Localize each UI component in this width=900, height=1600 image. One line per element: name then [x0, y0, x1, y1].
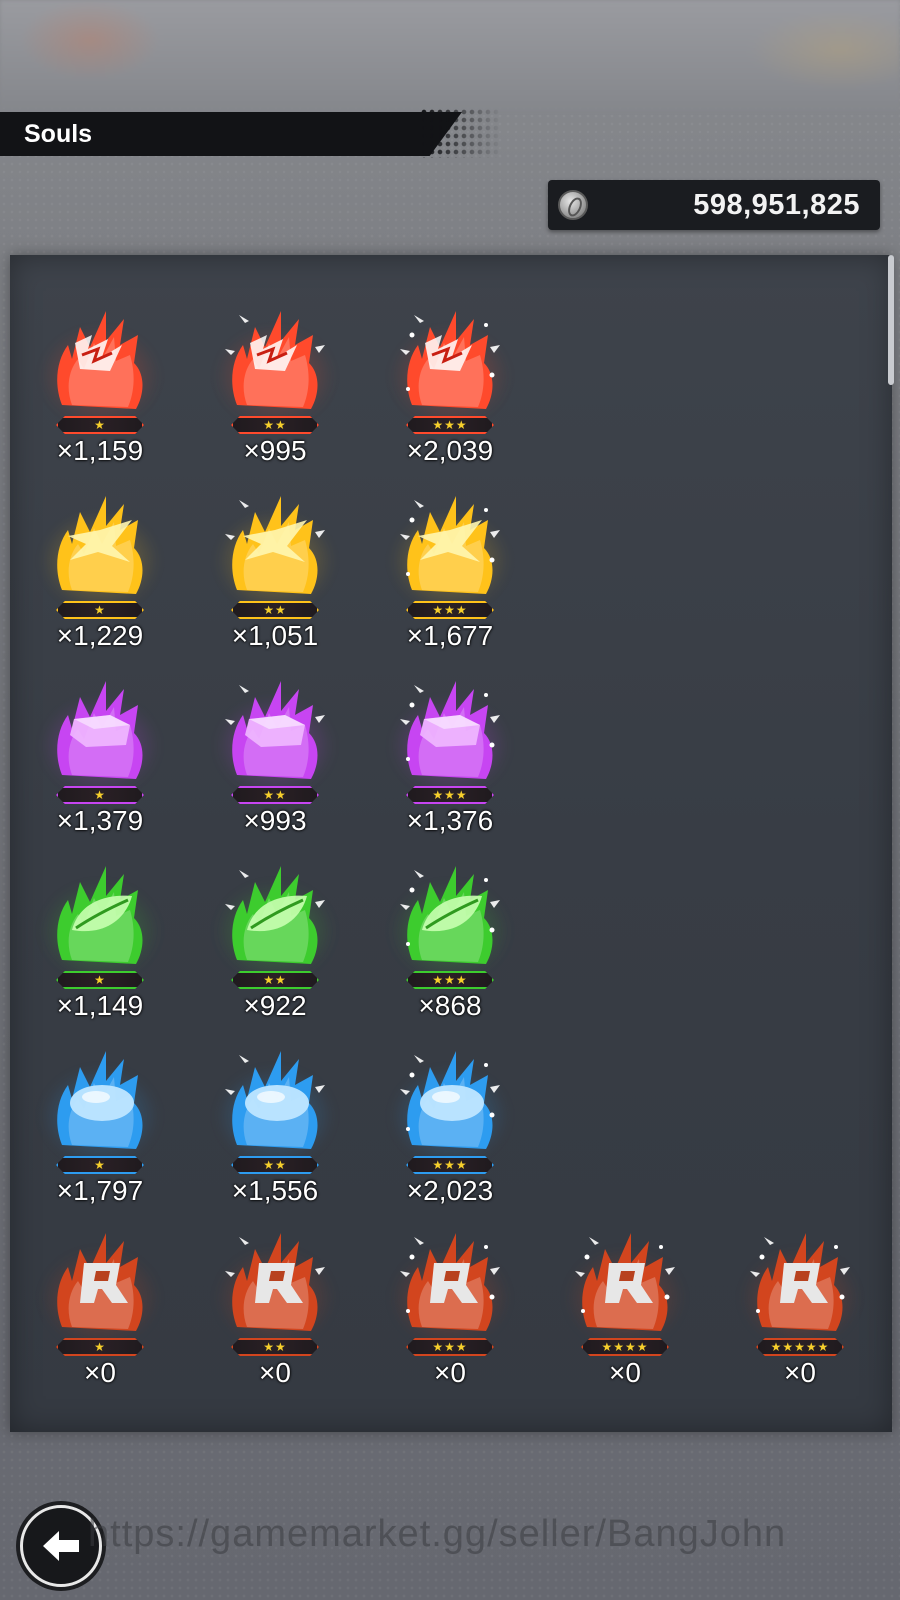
item-count: ×995	[243, 435, 307, 466]
rainbow-r-soul-icon	[225, 1233, 325, 1331]
star-rating: ★★★	[406, 416, 494, 434]
star-rating: ★	[56, 416, 144, 434]
red-lightning-soul-1star[interactable]: ★ ×1,159	[12, 300, 188, 485]
item-count: ×993	[243, 805, 307, 836]
watermark: https://gamemarket.gg/seller/BangJohn	[88, 1513, 787, 1555]
star-rating: ★★	[231, 1156, 319, 1174]
item-count: ×0	[784, 1357, 816, 1388]
rainbow-r-soul-5star[interactable]: ★★★★★ ×0	[712, 1222, 888, 1407]
star-rating: ★★★	[406, 971, 494, 989]
item-count: ×922	[243, 990, 307, 1021]
yellow-star-soul-1star[interactable]: ★ ×1,229	[12, 485, 188, 670]
item-count: ×2,023	[406, 1175, 494, 1206]
star-rating: ★★	[231, 786, 319, 804]
star-rating: ★★★	[406, 601, 494, 619]
star-rating: ★★	[231, 971, 319, 989]
star-rating: ★	[56, 971, 144, 989]
rainbow-r-soul-icon	[575, 1233, 675, 1331]
item-count: ×0	[84, 1357, 116, 1388]
yellow-star-soul-icon	[400, 496, 500, 594]
green-leaf-soul-icon	[225, 866, 325, 964]
purple-crystal-soul-icon	[57, 681, 143, 779]
star-rating: ★	[56, 1156, 144, 1174]
red-lightning-soul-2star[interactable]: ★★ ×995	[187, 300, 363, 485]
blue-drop-soul-icon	[225, 1051, 325, 1149]
yellow-star-soul-icon	[225, 496, 325, 594]
item-count: ×1,797	[56, 1175, 144, 1206]
star-rating: ★★	[231, 601, 319, 619]
item-count: ×1,229	[56, 620, 144, 651]
yellow-star-soul-icon	[57, 496, 143, 594]
purple-crystal-soul-2star[interactable]: ★★ ×993	[187, 670, 363, 855]
rainbow-r-soul-icon	[400, 1233, 500, 1331]
purple-crystal-soul-icon	[400, 681, 500, 779]
purple-crystal-soul-1star[interactable]: ★ ×1,379	[12, 670, 188, 855]
blue-drop-soul-icon	[400, 1051, 500, 1149]
blue-drop-soul-3star[interactable]: ★★★ ×2,023	[362, 1040, 538, 1225]
star-rating: ★★	[231, 1338, 319, 1356]
item-count: ×1,149	[56, 990, 144, 1021]
item-count: ×0	[609, 1357, 641, 1388]
purple-crystal-soul-icon	[225, 681, 325, 779]
item-count: ×1,556	[231, 1175, 319, 1206]
red-lightning-soul-icon	[400, 311, 500, 409]
item-count: ×1,379	[56, 805, 144, 836]
rainbow-r-soul-icon	[57, 1233, 143, 1331]
star-rating: ★★★★★	[756, 1338, 844, 1356]
item-count: ×0	[259, 1357, 291, 1388]
green-leaf-soul-3star[interactable]: ★★★ ×868	[362, 855, 538, 1040]
background-blur	[0, 0, 900, 110]
star-rating: ★	[56, 786, 144, 804]
item-count: ×1,376	[406, 805, 494, 836]
red-lightning-soul-icon	[225, 311, 325, 409]
green-leaf-soul-icon	[57, 866, 143, 964]
blue-drop-soul-2star[interactable]: ★★ ×1,556	[187, 1040, 363, 1225]
purple-crystal-soul-3star[interactable]: ★★★ ×1,376	[362, 670, 538, 855]
item-count: ×1,159	[56, 435, 144, 466]
star-rating: ★★★	[406, 786, 494, 804]
star-rating: ★	[56, 601, 144, 619]
page-title: Souls	[24, 120, 93, 148]
item-count: ×868	[418, 990, 482, 1021]
star-rating: ★★	[231, 416, 319, 434]
currency-value: 598,951,825	[693, 189, 860, 221]
rainbow-r-soul-2star[interactable]: ★★ ×0	[187, 1222, 363, 1407]
red-lightning-soul-3star[interactable]: ★★★ ×2,039	[362, 300, 538, 485]
rainbow-r-soul-3star[interactable]: ★★★ ×0	[362, 1222, 538, 1407]
red-lightning-soul-icon	[57, 311, 143, 409]
item-count: ×1,677	[406, 620, 494, 651]
rainbow-r-soul-1star[interactable]: ★ ×0	[12, 1222, 188, 1407]
blue-drop-soul-1star[interactable]: ★ ×1,797	[12, 1040, 188, 1225]
green-leaf-soul-icon	[400, 866, 500, 964]
green-leaf-soul-2star[interactable]: ★★ ×922	[187, 855, 363, 1040]
star-rating: ★★★	[406, 1338, 494, 1356]
title-bar-halftone	[420, 108, 502, 158]
yellow-star-soul-3star[interactable]: ★★★ ×1,677	[362, 485, 538, 670]
item-count: ×0	[434, 1357, 466, 1388]
item-count: ×1,051	[231, 620, 319, 651]
rainbow-r-soul-4star[interactable]: ★★★★ ×0	[537, 1222, 713, 1407]
yellow-star-soul-2star[interactable]: ★★ ×1,051	[187, 485, 363, 670]
coin-icon	[558, 190, 588, 220]
item-count: ×2,039	[406, 435, 494, 466]
rainbow-r-soul-icon	[750, 1233, 850, 1331]
currency-display: 598,951,825	[548, 180, 880, 230]
blue-drop-soul-icon	[57, 1051, 143, 1149]
star-rating: ★	[56, 1338, 144, 1356]
next-row-peek	[10, 1400, 340, 1430]
scrollbar[interactable]	[888, 255, 894, 385]
back-arrow-icon	[43, 1531, 79, 1561]
star-rating: ★★★★	[581, 1338, 669, 1356]
green-leaf-soul-1star[interactable]: ★ ×1,149	[12, 855, 188, 1040]
star-rating: ★★★	[406, 1156, 494, 1174]
